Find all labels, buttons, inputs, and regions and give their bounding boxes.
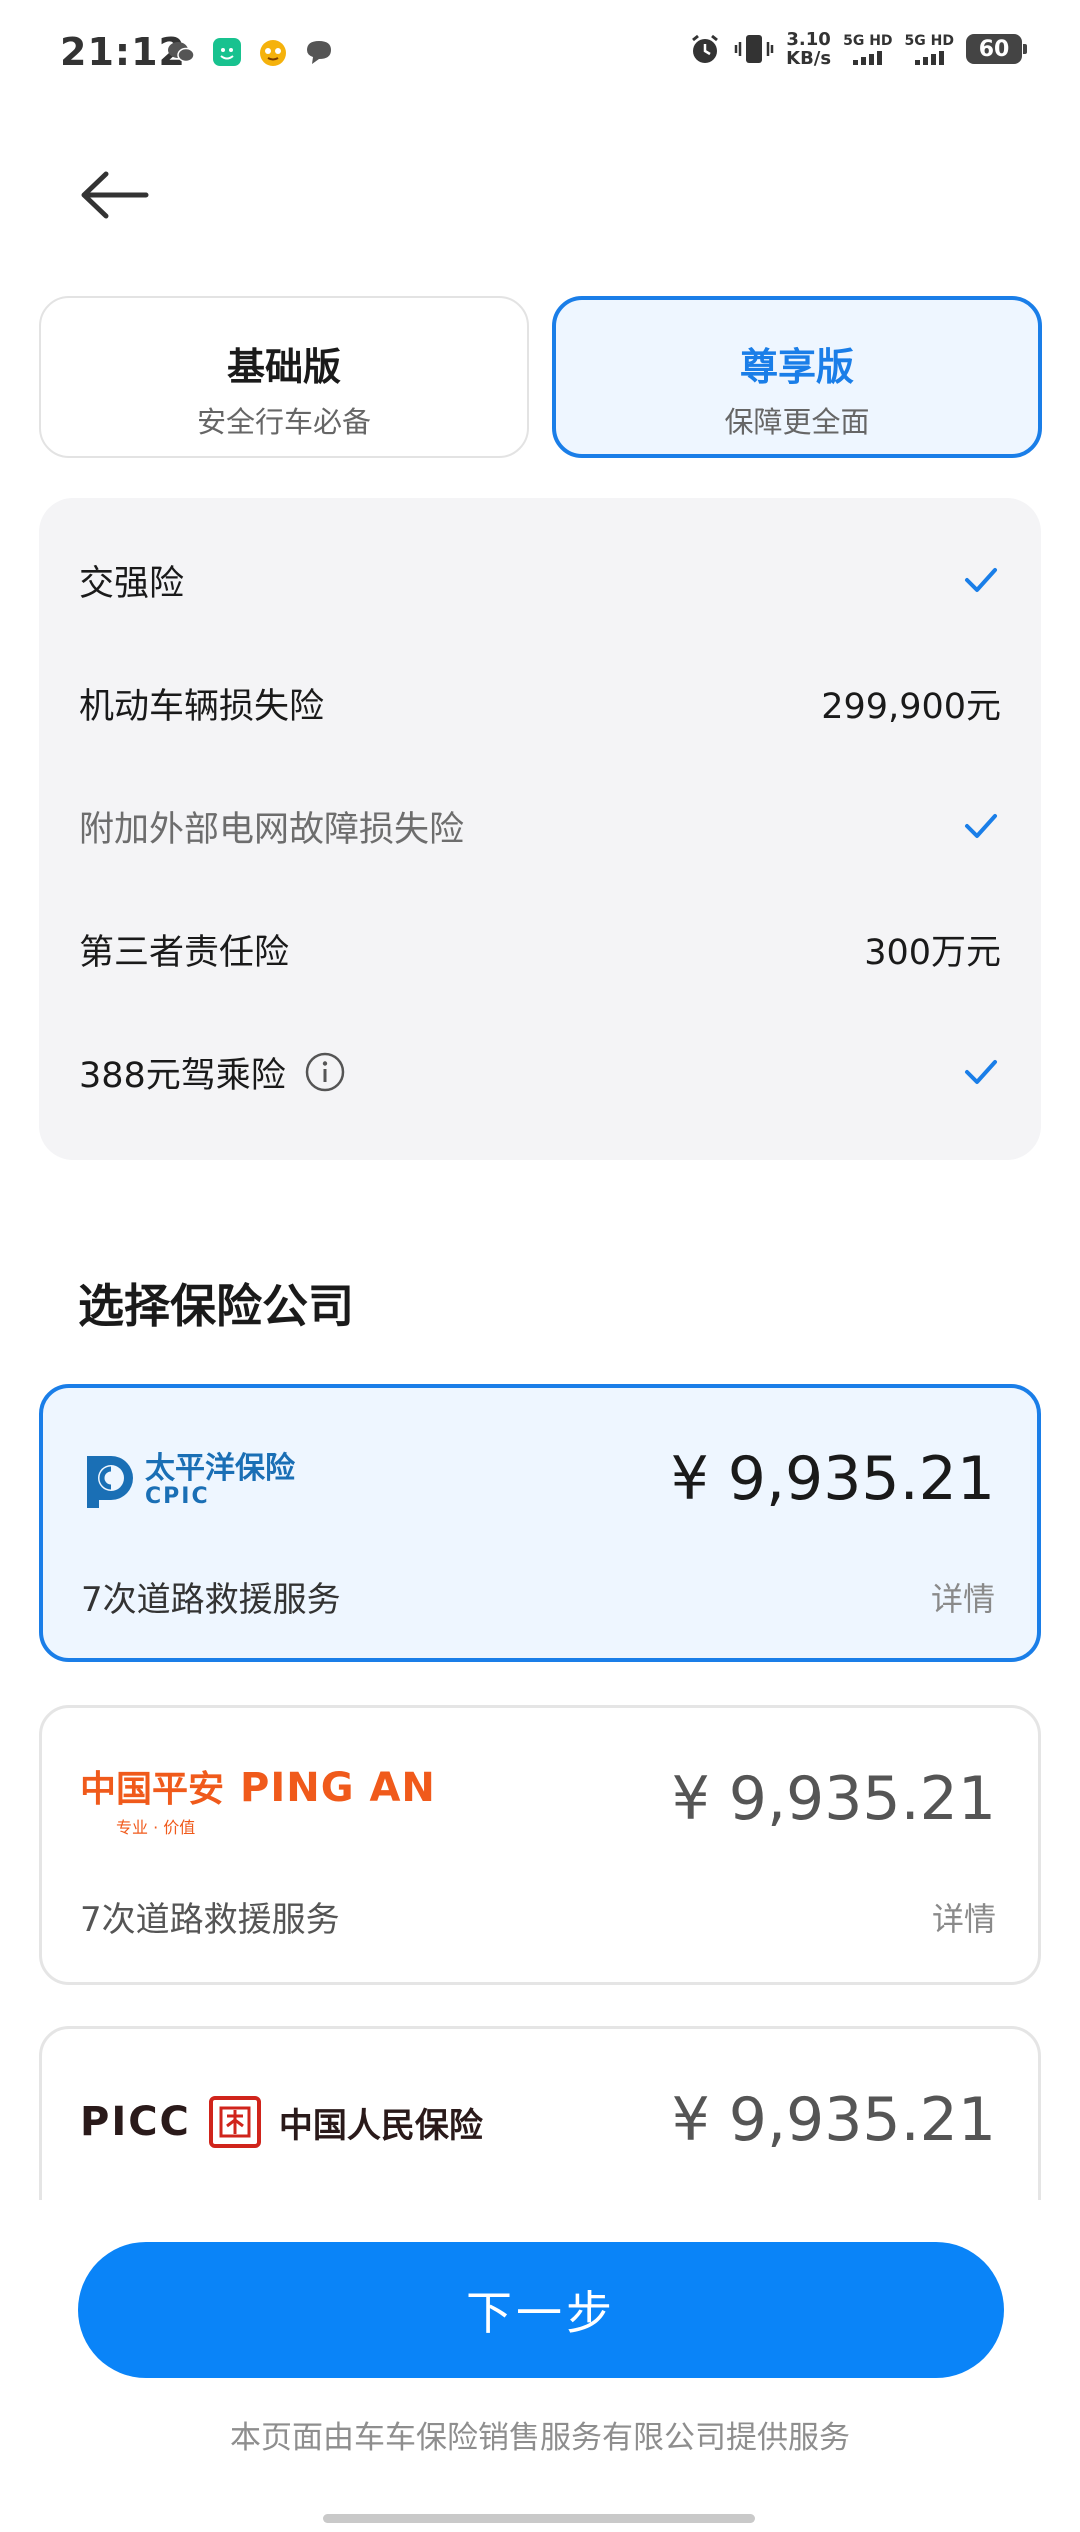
arrow-left-icon: [81, 171, 149, 219]
plan-subtitle: 安全行车必备: [196, 405, 371, 439]
notification-icons: [165, 36, 335, 68]
company-benefit: 7次道路救援服务: [80, 1900, 340, 1940]
status-bar: 21:12 3.10 KB/s 5G HD 5G HD 60: [0, 0, 1080, 110]
cpic-emblem-icon: [87, 1456, 133, 1508]
coverage-list: 交强险 机动车辆损失险 299,900元 附加外部电网故障损失险 第三者责任险 …: [39, 498, 1041, 1160]
battery-icon: 60: [966, 34, 1027, 64]
app-icon-green: [213, 38, 241, 66]
vibrate-icon: [734, 35, 774, 63]
section-title: 选择保险公司: [78, 1279, 354, 1333]
alarm-icon: [692, 34, 719, 63]
bottom-bar: 下一步 本页面由车车保险销售服务有限公司提供服务: [0, 2200, 1080, 2532]
coverage-value: 299,900元: [821, 686, 1001, 727]
coverage-row-compulsory: 交强险: [79, 550, 1001, 610]
footer-note: 本页面由车车保险销售服务有限公司提供服务: [230, 2420, 850, 2456]
cpic-logo: 太平洋保险 CPIC: [81, 1446, 295, 1516]
pingan-logo: 中国平安 PING AN 专业 · 价值: [80, 1760, 436, 1837]
check-icon: [965, 814, 997, 838]
coverage-row-passenger: 388元驾乘险: [79, 1042, 1001, 1102]
company-detail-link[interactable]: 详情: [931, 1574, 995, 1620]
picc-logo-en: PICC: [80, 2099, 191, 2145]
picc-logo-cn: 中国人民保险: [278, 2105, 483, 2146]
coverage-row-third-party: 第三者责任险 300万元: [79, 919, 1001, 979]
company-card-pingan[interactable]: 中国平安 PING AN 专业 · 价值 ¥ 9,935.21 7次道路救援服务…: [39, 1705, 1041, 1985]
plan-subtitle: 保障更全面: [724, 405, 870, 439]
coverage-name: 388元驾乘险: [79, 1055, 286, 1096]
picc-emblem-icon: [208, 2096, 261, 2148]
company-price: ¥ 9,935.21: [671, 2085, 996, 2155]
system-status: 3.10 KB/s 5G HD 5G HD 60: [688, 29, 1027, 69]
cpic-logo-en: CPIC: [145, 1484, 210, 1509]
next-step-button[interactable]: 下一步: [78, 2242, 1004, 2378]
info-icon[interactable]: [304, 1051, 346, 1093]
cpic-logo-cn: 太平洋保险: [145, 1451, 295, 1486]
coverage-name: 交强险: [79, 563, 185, 604]
signal-sim2-icon: 5G HD: [905, 33, 954, 65]
plan-title: 基础版: [226, 345, 341, 389]
wechat-icon: [168, 42, 195, 63]
plan-title: 尊享版: [739, 345, 854, 389]
coverage-name-wrap: 388元驾乘险: [79, 1047, 346, 1098]
coverage-value: 300万元: [864, 932, 1001, 973]
coverage-row-grid-failure: 附加外部电网故障损失险: [79, 796, 1001, 856]
coverage-name: 机动车辆损失险: [79, 686, 325, 727]
plan-basic-card[interactable]: 基础版 安全行车必备: [39, 296, 529, 458]
network-speed: 3.10 KB/s: [786, 29, 832, 69]
plan-premium-card[interactable]: 尊享版 保障更全面: [552, 296, 1042, 458]
company-detail-link[interactable]: 详情: [932, 1894, 996, 1940]
company-benefit: 7次道路救援服务: [81, 1580, 341, 1620]
message-icon: [307, 41, 331, 64]
signal-sim1-icon: 5G HD: [843, 33, 893, 65]
back-button[interactable]: [78, 160, 162, 230]
company-price: ¥ 9,935.21: [671, 1764, 996, 1834]
check-icon: [965, 1060, 997, 1084]
pingan-logo-en: PING AN: [240, 1765, 436, 1811]
coverage-name: 第三者责任险: [79, 932, 290, 973]
check-icon: [965, 568, 997, 592]
app-icon-yellow: [260, 40, 286, 66]
coverage-name: 附加外部电网故障损失险: [79, 809, 465, 850]
picc-logo: PICC 中国人民保险: [80, 2087, 483, 2157]
company-price: ¥ 9,935.21: [670, 1444, 995, 1514]
home-indicator[interactable]: [323, 2514, 755, 2523]
coverage-row-vehicle-damage: 机动车辆损失险 299,900元: [79, 673, 1001, 733]
pingan-logo-cn: 中国平安: [80, 1769, 225, 1810]
pingan-slogan: 专业 · 价值: [116, 1818, 196, 1837]
company-card-cpic[interactable]: 太平洋保险 CPIC ¥ 9,935.21 7次道路救援服务 详情: [39, 1384, 1041, 1662]
